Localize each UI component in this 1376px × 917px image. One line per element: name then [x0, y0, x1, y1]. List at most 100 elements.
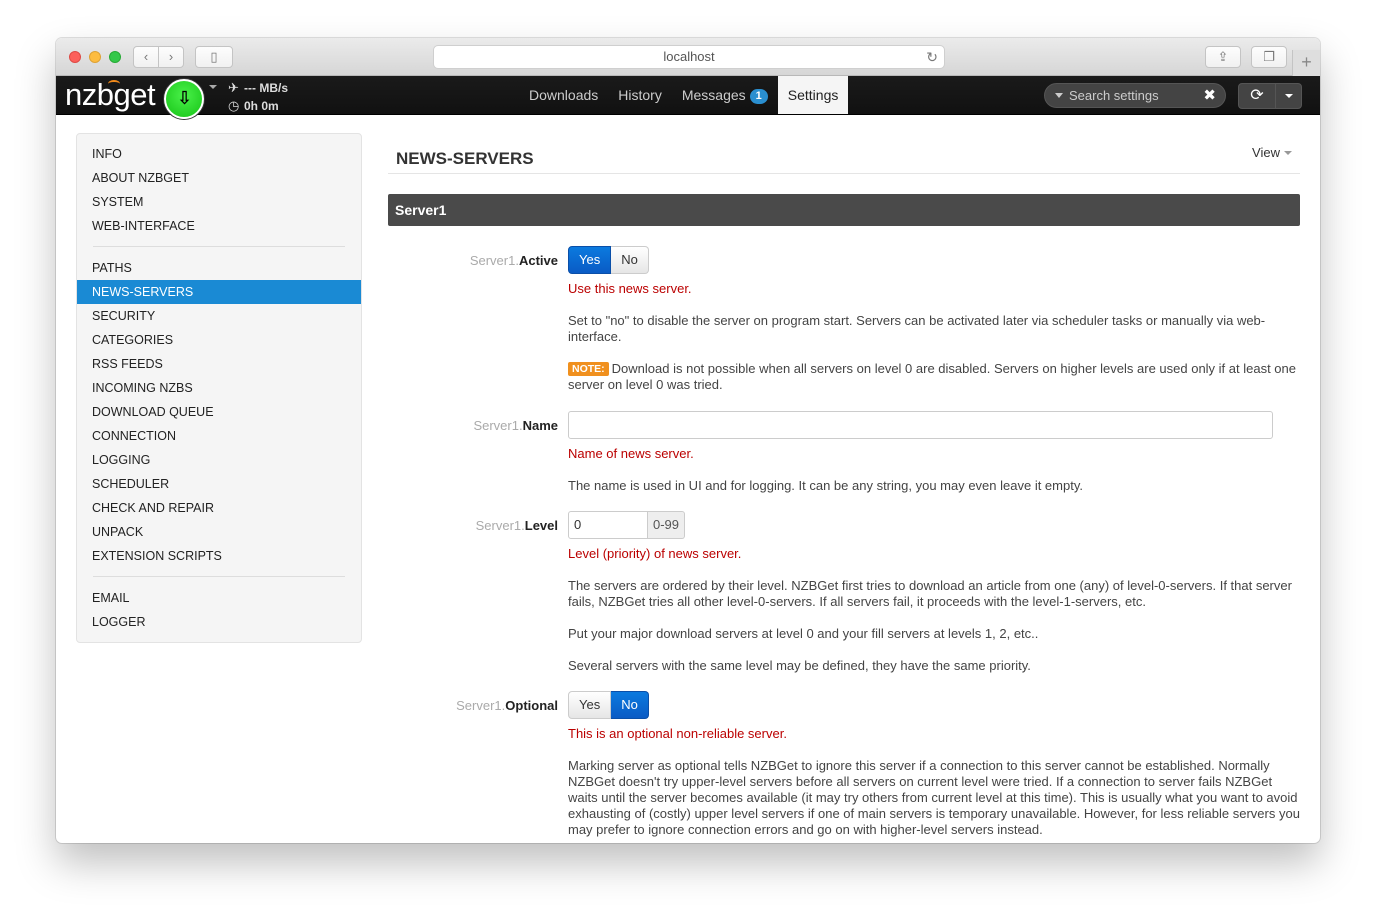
note-text: Download is not possible when all server…: [568, 361, 1296, 392]
sidebar-divider: [93, 246, 345, 247]
sidebar-item-web-interface[interactable]: WEB-INTERFACE: [77, 214, 361, 238]
address-bar[interactable]: localhost ↻: [433, 45, 945, 69]
forward-button[interactable]: ›: [158, 46, 184, 68]
clear-search-icon[interactable]: ✖: [1203, 84, 1216, 107]
nav-history[interactable]: History: [608, 76, 672, 114]
sidebar-item-unpack[interactable]: UNPACK: [77, 520, 361, 544]
sidebar-item-download-queue[interactable]: DOWNLOAD QUEUE: [77, 400, 361, 424]
page-title: NEWS-SERVERS: [396, 149, 534, 168]
option-label-name: Server1.Name: [388, 418, 558, 433]
clock-icon: ◷: [228, 98, 240, 113]
level-range-addon: 0-99: [648, 511, 686, 539]
sidebar-item-categories[interactable]: CATEGORIES: [77, 328, 361, 352]
sidebar-item-rss-feeds[interactable]: RSS FEEDS: [77, 352, 361, 376]
nav-downloads-label: Downloads: [529, 87, 599, 103]
option-name-field: Name of news server. The name is used in…: [568, 411, 1300, 510]
plus-icon: +: [1301, 52, 1312, 72]
download-menu-caret-icon[interactable]: [209, 85, 217, 89]
active-yes-button[interactable]: Yes: [568, 246, 612, 274]
sidebar-item-logger[interactable]: LOGGER: [77, 610, 361, 634]
main-nav: Downloads History Messages 1 Settings: [519, 76, 849, 114]
nav-history-label: History: [618, 87, 662, 103]
sidebar-item-paths[interactable]: PATHS: [77, 256, 361, 280]
option-name: Optional: [505, 698, 558, 713]
sidebar-item-security[interactable]: SECURITY: [77, 304, 361, 328]
search-settings-input[interactable]: Search settings ✖: [1044, 83, 1226, 108]
sidebar-item-connection[interactable]: CONNECTION: [77, 424, 361, 448]
sidebar-toggle-button[interactable]: ▯: [195, 46, 233, 68]
reload-icon[interactable]: ↻: [926, 46, 938, 68]
browser-window: ‹ › ▯ localhost ↻ ⇪ ❐ + nzbget ⇩ ✈ --- MB…: [56, 38, 1320, 843]
settings-sidebar: INFO ABOUT NZBGET SYSTEM WEB-INTERFACE P…: [76, 133, 362, 643]
option-level: 0 0-99 Level (priority) of news server. …: [568, 511, 1300, 690]
view-dropdown[interactable]: View: [1252, 145, 1292, 160]
tabs-icon: ❐: [1263, 49, 1275, 64]
active-no-button[interactable]: No: [611, 246, 649, 274]
new-tab-button[interactable]: +: [1292, 50, 1320, 76]
close-window-button[interactable]: [69, 51, 81, 63]
sidebar-item-news-servers[interactable]: NEWS-SERVERS: [77, 280, 361, 304]
note-badge: NOTE:: [568, 362, 609, 376]
active-toggle: Yes No: [568, 246, 1300, 274]
optional-no-button[interactable]: No: [611, 691, 649, 719]
sidebar-item-check-and-repair[interactable]: CHECK AND REPAIR: [77, 496, 361, 520]
zoom-window-button[interactable]: [109, 51, 121, 63]
minimize-window-button[interactable]: [89, 51, 101, 63]
sidebar-item-logging[interactable]: LOGGING: [77, 448, 361, 472]
option-active: Yes No Use this news server. Set to "no"…: [568, 246, 1300, 409]
search-placeholder: Search settings: [1069, 88, 1159, 103]
refresh-icon: ⟳: [1250, 87, 1264, 104]
option-note: NOTE: Download is not possible when all s…: [568, 361, 1300, 393]
option-name: Level: [524, 518, 558, 533]
option-prefix: Server1.: [469, 253, 519, 268]
sidebar-item-about-nzbget[interactable]: ABOUT NZBGET: [77, 166, 361, 190]
optional-yes-button[interactable]: Yes: [568, 691, 612, 719]
option-prefix: Server1.: [475, 518, 525, 533]
back-button[interactable]: ‹: [133, 46, 159, 68]
share-button[interactable]: ⇪: [1205, 46, 1241, 68]
sidebar-icon: ▯: [210, 49, 218, 64]
plane-icon: ✈: [228, 80, 239, 95]
speed-value: --- MB/s: [244, 81, 288, 95]
option-name: Active: [518, 253, 558, 268]
option-prefix: Server1.: [456, 698, 506, 713]
option-optional: Yes No This is an optional non-reliable …: [568, 691, 1300, 843]
share-icon: ⇪: [1217, 49, 1229, 64]
sidebar-item-system[interactable]: SYSTEM: [77, 190, 361, 214]
sidebar-item-info[interactable]: INFO: [77, 142, 361, 166]
option-label-level: Server1.Level: [388, 518, 558, 533]
option-description: The servers are ordered by their level. …: [568, 578, 1292, 609]
sidebar-item-extension-scripts[interactable]: EXTENSION SCRIPTS: [77, 544, 361, 568]
sidebar-item-email[interactable]: EMAIL: [77, 586, 361, 610]
pause-download-button[interactable]: ⇩: [164, 79, 204, 119]
option-label-active: Server1.Active: [388, 253, 558, 268]
option-description: Set to "no" to disable the server on pro…: [568, 313, 1266, 344]
nav-settings-label: Settings: [787, 87, 839, 103]
option-short-description: Level (priority) of news server.: [568, 546, 742, 561]
option-short-description: Use this news server.: [568, 281, 692, 296]
refresh-menu-button[interactable]: [1275, 83, 1302, 109]
option-prefix: Server1.: [473, 418, 523, 433]
sidebar-item-scheduler[interactable]: SCHEDULER: [77, 472, 361, 496]
tabs-overview-button[interactable]: ❐: [1251, 46, 1287, 68]
sidebar-item-incoming-nzbs[interactable]: INCOMING NZBS: [77, 376, 361, 400]
option-name: Name: [522, 418, 558, 433]
speed-indicator[interactable]: ✈ --- MB/s ◷ 0h 0m: [228, 79, 288, 115]
messages-count-badge: 1: [749, 89, 768, 104]
search-caret-icon[interactable]: [1055, 93, 1063, 98]
level-input[interactable]: 0: [568, 511, 648, 539]
address-text: localhost: [663, 49, 715, 64]
nav-downloads[interactable]: Downloads: [519, 76, 608, 114]
nav-settings[interactable]: Settings: [777, 76, 849, 114]
option-description: Marking server as optional tells NZBGet …: [568, 758, 1300, 837]
nav-messages[interactable]: Messages 1: [672, 76, 778, 114]
chevron-right-icon: ›: [168, 49, 174, 64]
section-header-server1: Server1: [388, 194, 1300, 226]
server-name-input[interactable]: [568, 411, 1273, 439]
time-left-value: 0h 0m: [244, 99, 279, 113]
view-label: View: [1252, 145, 1280, 160]
optional-toggle: Yes No: [568, 691, 1300, 719]
nav-messages-label: Messages: [681, 87, 746, 103]
refresh-button[interactable]: ⟳: [1238, 83, 1276, 109]
option-short-description: This is an optional non-reliable server.: [568, 726, 787, 741]
